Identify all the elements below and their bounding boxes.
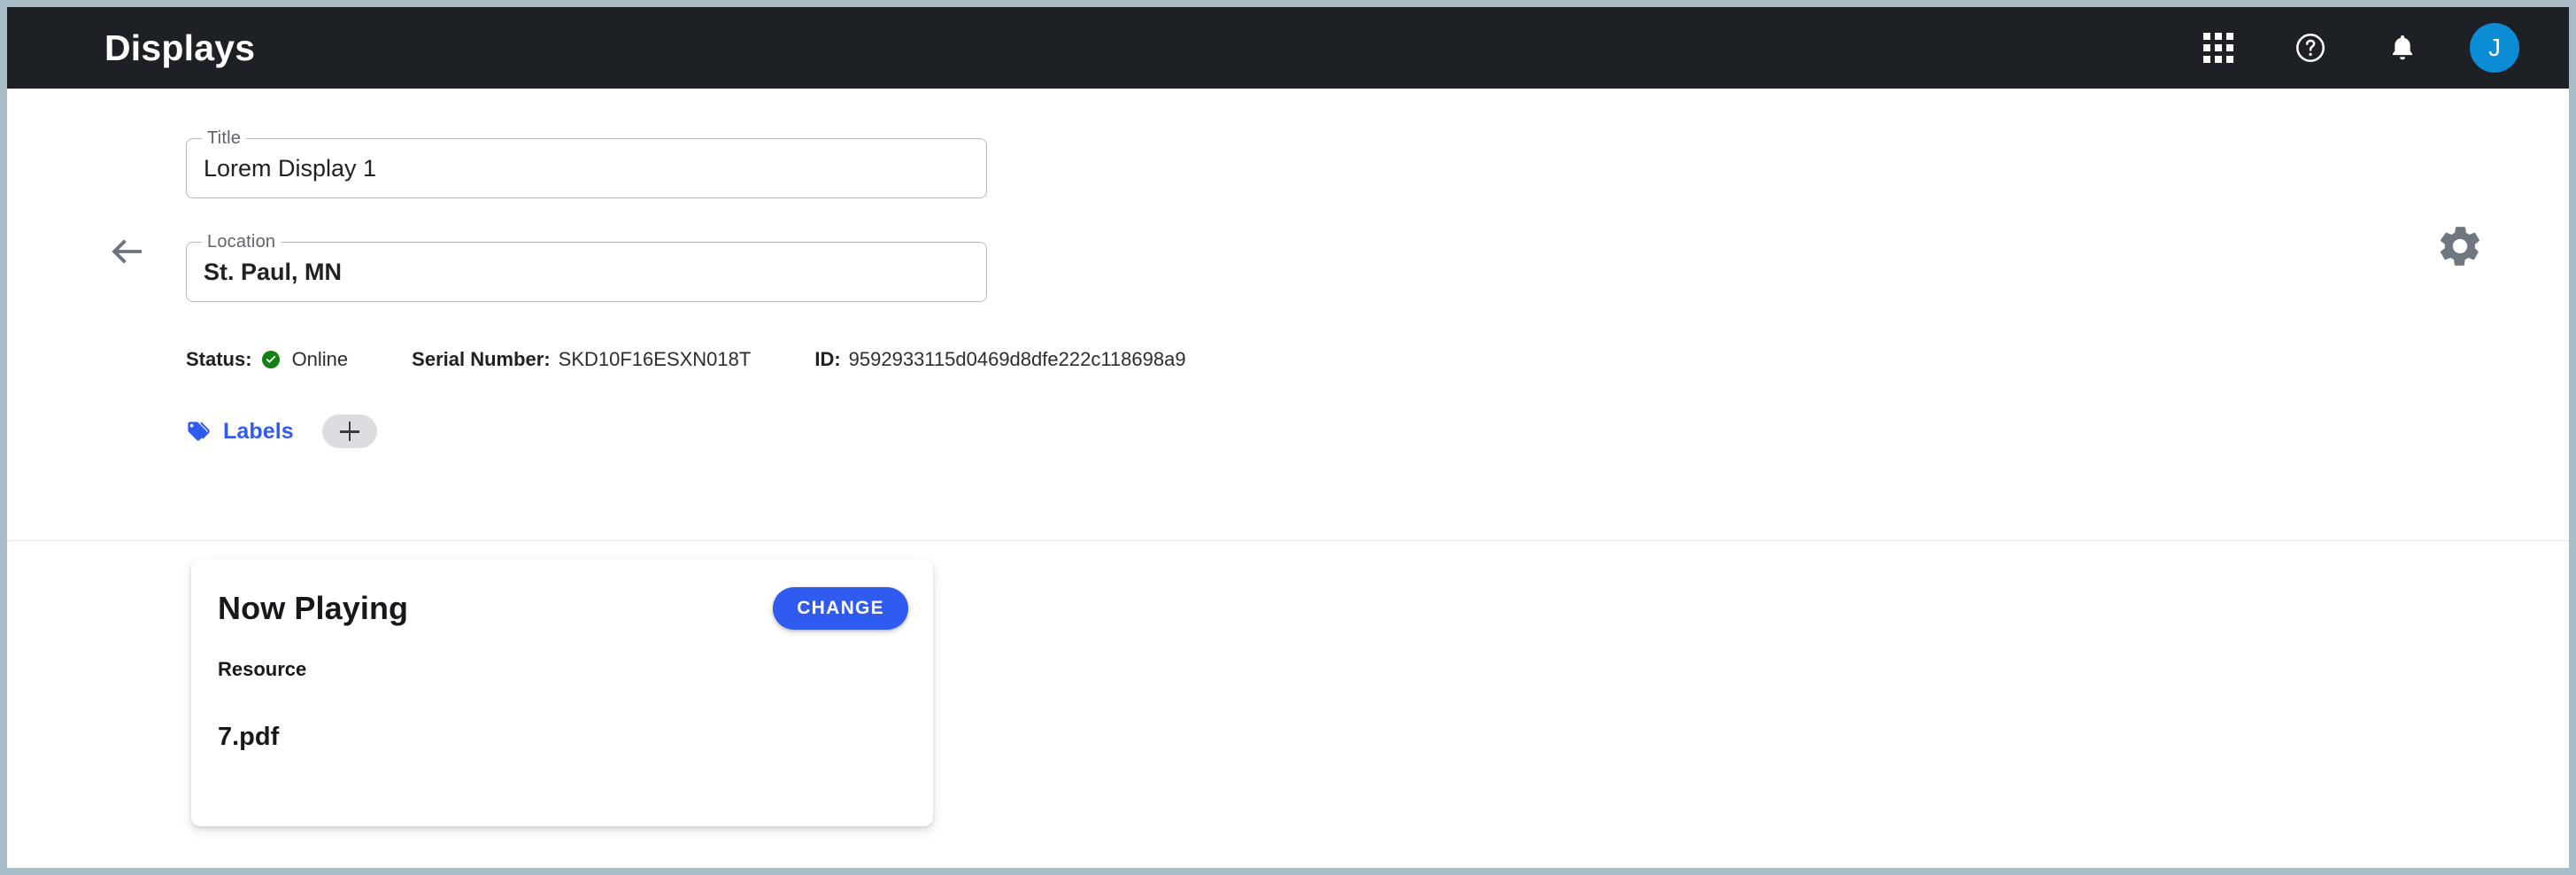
location-input[interactable] xyxy=(204,242,973,302)
status-group: Status: Online xyxy=(186,348,348,371)
status-value: Online xyxy=(291,348,349,370)
app-window: Displays J Title Lorem Display 1 Locatio… xyxy=(0,0,2576,875)
arrow-left-icon xyxy=(112,239,142,264)
gear-icon xyxy=(2440,227,2480,266)
bell-icon xyxy=(2392,35,2413,60)
help-circle-icon xyxy=(2296,34,2325,62)
resource-label: Resource xyxy=(218,658,307,680)
id-label: ID: xyxy=(814,348,841,370)
serial-value: SKD10F16ESXN018T xyxy=(558,348,752,370)
serial-label: Serial Number: xyxy=(412,348,551,370)
resource-value: 7.pdf xyxy=(218,723,280,751)
display-detail-section: Title Location Status: Online xyxy=(7,89,2569,540)
apps-grid-icon xyxy=(2203,33,2233,63)
plus-icon xyxy=(339,422,359,441)
notifications-button[interactable] xyxy=(2378,23,2427,73)
id-group: ID: 9592933115d0469d8dfe222c118698a9 xyxy=(814,348,1185,371)
location-field[interactable]: Location xyxy=(186,232,987,302)
settings-button[interactable] xyxy=(2435,221,2485,271)
page-title: Displays xyxy=(104,27,256,68)
tags-icon-svg xyxy=(188,422,210,441)
title-input[interactable] xyxy=(204,138,973,198)
back-button[interactable] xyxy=(106,230,149,273)
id-value: 9592933115d0469d8dfe222c118698a9 xyxy=(848,348,1186,370)
title-field[interactable]: Title xyxy=(186,128,987,198)
status-label: Status: xyxy=(186,348,252,370)
tags-icon xyxy=(184,418,211,445)
appbar-actions: J xyxy=(2194,23,2519,73)
top-app-bar: Displays J xyxy=(7,7,2569,89)
avatar[interactable]: J xyxy=(2470,23,2519,73)
add-label-button[interactable] xyxy=(321,414,377,448)
apps-grid-button[interactable] xyxy=(2194,23,2243,73)
labels-link[interactable]: Labels xyxy=(223,419,294,445)
serial-group: Serial Number: SKD10F16ESXN018T xyxy=(412,348,751,371)
check-circle-icon xyxy=(261,351,280,368)
device-meta-row: Status: Online Serial Number: SKD10F16ES… xyxy=(186,348,1186,371)
avatar-initial: J xyxy=(2488,34,2501,61)
now-playing-card: Now Playing CHANGE Resource 7.pdf xyxy=(191,559,933,826)
labels-row: Labels xyxy=(184,414,377,448)
change-button[interactable]: CHANGE xyxy=(773,587,908,630)
now-playing-section: Now Playing CHANGE Resource 7.pdf xyxy=(7,541,2569,868)
status-badge xyxy=(260,349,282,370)
help-button[interactable] xyxy=(2286,23,2335,73)
now-playing-header: Now Playing CHANGE xyxy=(218,587,908,630)
now-playing-title: Now Playing xyxy=(218,590,409,626)
